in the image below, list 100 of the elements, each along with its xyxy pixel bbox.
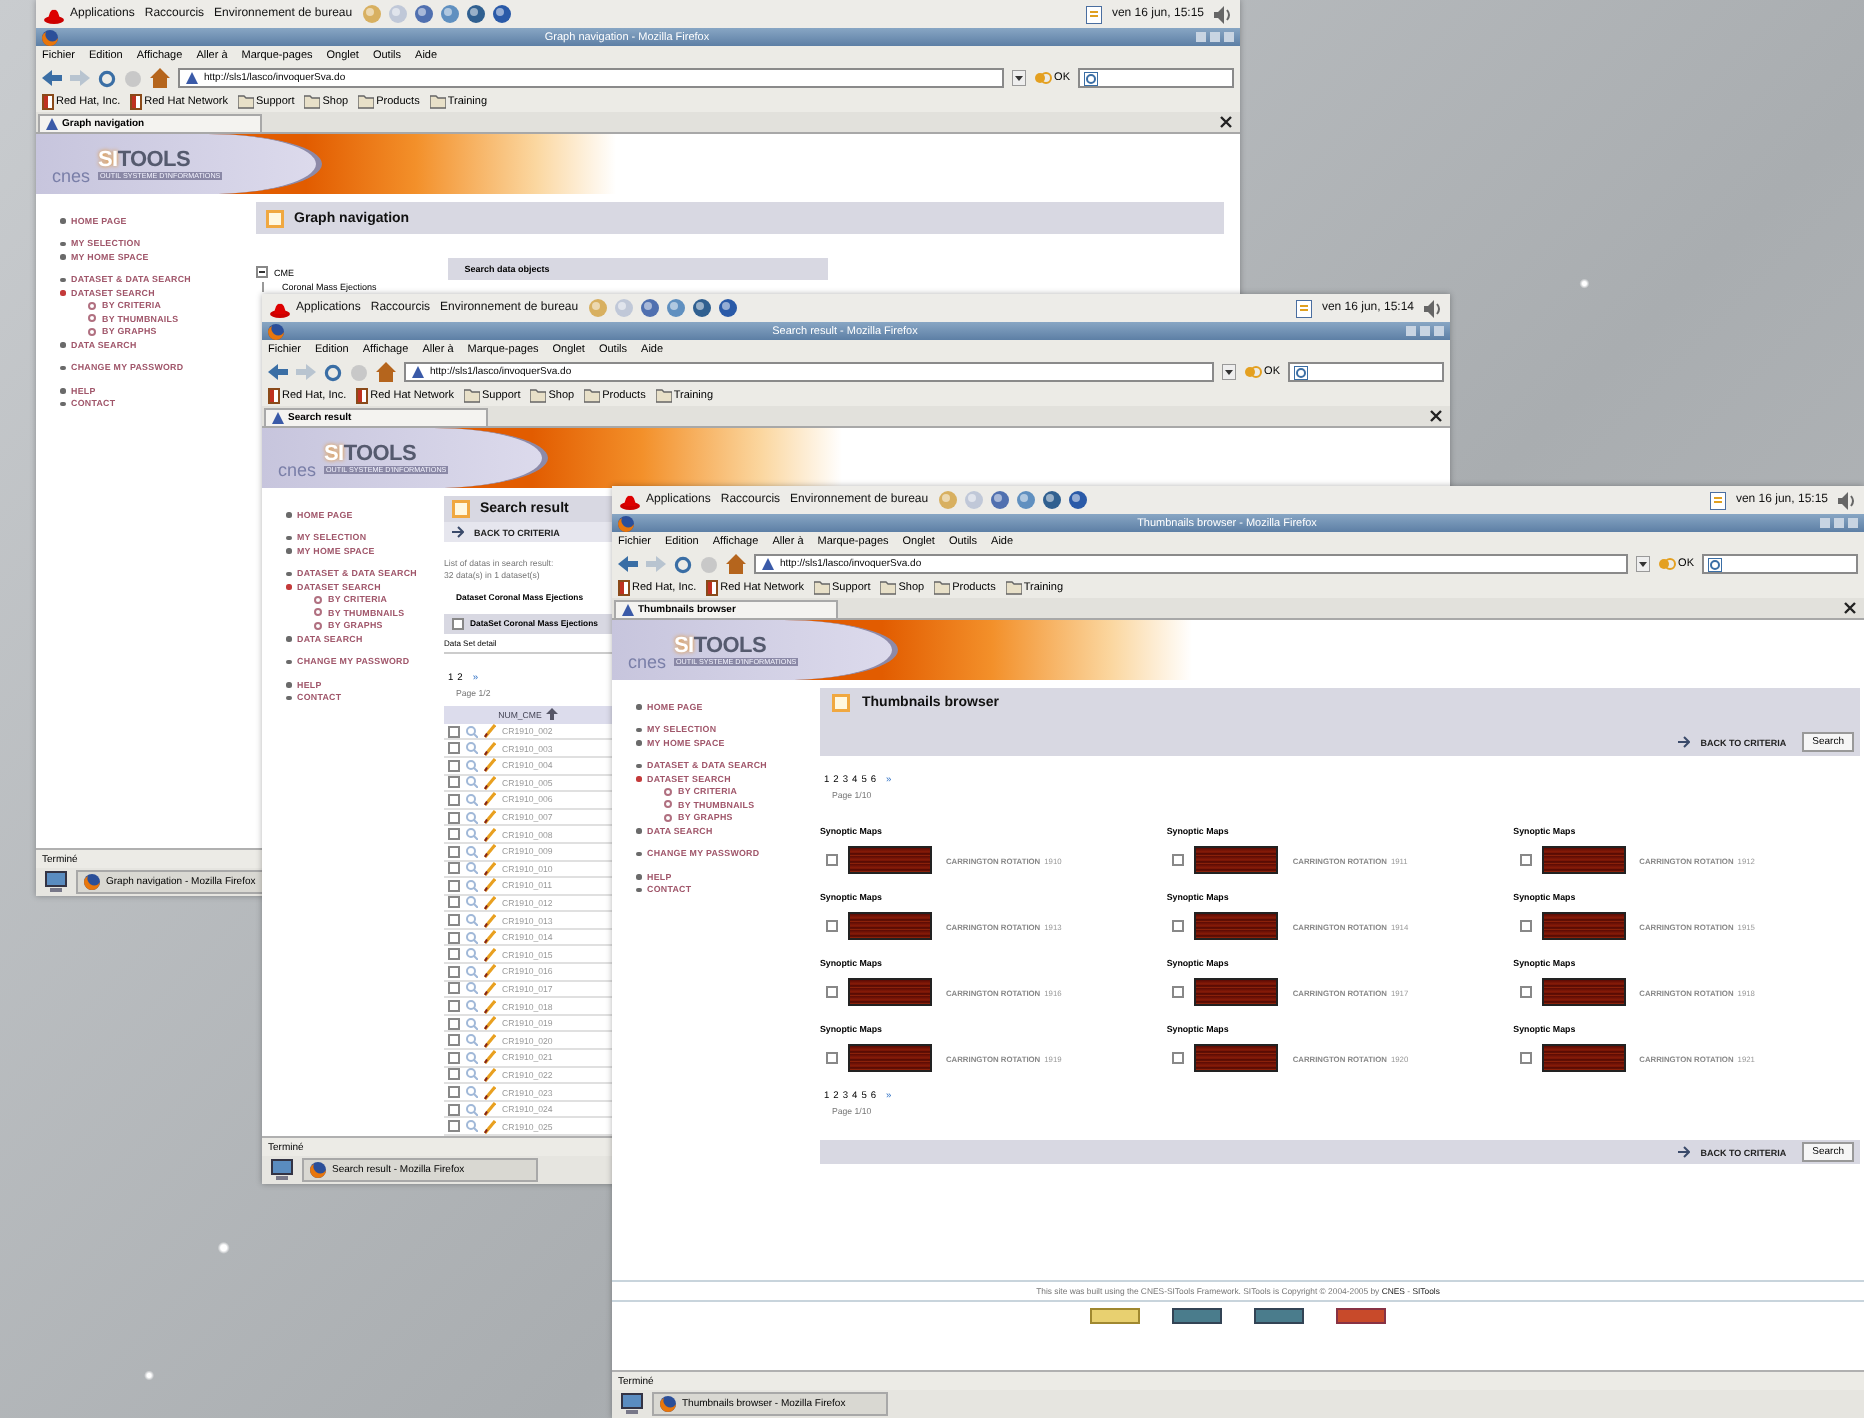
dropdown-icon[interactable]	[1012, 70, 1027, 86]
checkbox[interactable]	[1172, 854, 1185, 866]
checkbox[interactable]	[826, 1052, 838, 1064]
map-thumbnail[interactable]	[1541, 978, 1626, 1006]
checkbox[interactable]	[448, 914, 460, 927]
search-icon[interactable]	[466, 1068, 478, 1081]
checkbox[interactable]	[448, 1017, 460, 1030]
pencil-icon[interactable]	[484, 878, 496, 893]
pencil-icon[interactable]	[484, 741, 496, 756]
home-icon[interactable]	[726, 554, 746, 574]
search-icon[interactable]	[466, 1103, 478, 1116]
pencil-icon[interactable]	[484, 895, 496, 910]
checkbox[interactable]	[448, 879, 460, 892]
checkbox[interactable]	[448, 965, 460, 978]
pencil-icon[interactable]	[484, 844, 496, 859]
checkbox[interactable]	[448, 1034, 460, 1047]
pencil-icon[interactable]	[484, 827, 496, 842]
checkbox[interactable]	[448, 742, 460, 755]
launcher-icon[interactable]	[718, 298, 739, 318]
checkbox[interactable]	[448, 1068, 460, 1081]
map-thumbnail[interactable]	[848, 912, 932, 940]
window-controls-icon[interactable]	[1406, 324, 1444, 338]
search-icon[interactable]	[466, 742, 478, 755]
reload-icon[interactable]	[98, 69, 116, 87]
search-icon[interactable]	[466, 948, 478, 961]
map-thumbnail[interactable]	[848, 846, 932, 874]
pencil-icon[interactable]	[484, 930, 496, 945]
checkbox[interactable]	[1172, 1052, 1185, 1064]
notes-icon[interactable]	[1709, 491, 1726, 509]
back-icon[interactable]	[618, 556, 638, 572]
map-thumbnail[interactable]	[1194, 1044, 1279, 1072]
search-icon[interactable]	[466, 1034, 478, 1047]
launcher-icon[interactable]	[640, 298, 661, 318]
search-icon[interactable]	[466, 896, 478, 909]
checkbox[interactable]	[448, 725, 460, 738]
search-icon[interactable]	[466, 1051, 478, 1064]
notes-icon[interactable]	[1295, 299, 1312, 317]
validation-badge[interactable]	[1172, 1308, 1222, 1324]
dropdown-icon[interactable]	[1222, 364, 1237, 380]
window-controls-icon[interactable]	[1820, 516, 1858, 530]
validation-badge[interactable]	[1090, 1308, 1140, 1324]
back-icon[interactable]	[268, 364, 288, 380]
checkbox[interactable]	[448, 896, 460, 909]
pencil-icon[interactable]	[484, 1067, 496, 1082]
search-icon[interactable]	[466, 965, 478, 978]
map-thumbnail[interactable]	[1194, 846, 1279, 874]
launcher-icon[interactable]	[466, 4, 487, 24]
pencil-icon[interactable]	[484, 1085, 496, 1100]
map-thumbnail[interactable]	[848, 1044, 932, 1072]
launcher-icon[interactable]	[492, 4, 513, 24]
search-icon[interactable]	[466, 982, 478, 995]
search-field[interactable]	[1288, 362, 1444, 382]
checkbox[interactable]	[448, 845, 460, 858]
pencil-icon[interactable]	[484, 999, 496, 1014]
close-icon[interactable]	[1844, 602, 1856, 614]
map-thumbnail[interactable]	[1541, 912, 1626, 940]
search-icon[interactable]	[466, 793, 478, 806]
redhat-icon[interactable]	[44, 5, 64, 23]
launcher-icon[interactable]	[990, 490, 1011, 510]
pencil-icon[interactable]	[484, 758, 496, 773]
pencil-icon[interactable]	[484, 1119, 496, 1134]
pencil-icon[interactable]	[484, 1050, 496, 1065]
pencil-icon[interactable]	[484, 724, 496, 739]
pencil-icon[interactable]	[484, 1033, 496, 1048]
map-thumbnail[interactable]	[1194, 978, 1279, 1006]
search-icon[interactable]	[466, 828, 478, 841]
search-icon[interactable]	[466, 811, 478, 824]
home-icon[interactable]	[376, 362, 396, 382]
checkbox[interactable]	[448, 759, 460, 772]
launcher-icon[interactable]	[1042, 490, 1063, 510]
search-icon[interactable]	[466, 862, 478, 875]
search-icon[interactable]	[466, 914, 478, 927]
checkbox[interactable]	[1172, 920, 1185, 932]
computer-icon[interactable]	[620, 1392, 644, 1416]
map-thumbnail[interactable]	[1541, 1044, 1626, 1072]
speaker-icon[interactable]	[1214, 5, 1232, 23]
checkbox[interactable]	[452, 617, 464, 630]
sort-icon[interactable]	[545, 708, 558, 721]
close-icon[interactable]	[1430, 410, 1442, 422]
checkbox[interactable]	[448, 1000, 460, 1013]
back-icon[interactable]	[42, 70, 62, 86]
search-icon[interactable]	[466, 1120, 478, 1133]
redhat-icon[interactable]	[270, 299, 290, 317]
checkbox[interactable]	[1519, 920, 1532, 932]
redhat-icon[interactable]	[620, 491, 640, 509]
pencil-icon[interactable]	[484, 981, 496, 996]
checkbox[interactable]	[448, 793, 460, 806]
search-field[interactable]	[1702, 554, 1858, 574]
checkbox[interactable]	[826, 854, 838, 866]
launcher-icon[interactable]	[692, 298, 713, 318]
map-thumbnail[interactable]	[1541, 846, 1626, 874]
search-field[interactable]	[1078, 68, 1234, 88]
checkbox[interactable]	[1519, 1052, 1532, 1064]
checkbox[interactable]	[826, 986, 838, 998]
pencil-icon[interactable]	[484, 810, 496, 825]
pencil-icon[interactable]	[484, 964, 496, 979]
collapse-icon[interactable]	[256, 266, 268, 278]
search-icon[interactable]	[466, 1000, 478, 1013]
computer-icon[interactable]	[44, 870, 68, 894]
pencil-icon[interactable]	[484, 1102, 496, 1117]
